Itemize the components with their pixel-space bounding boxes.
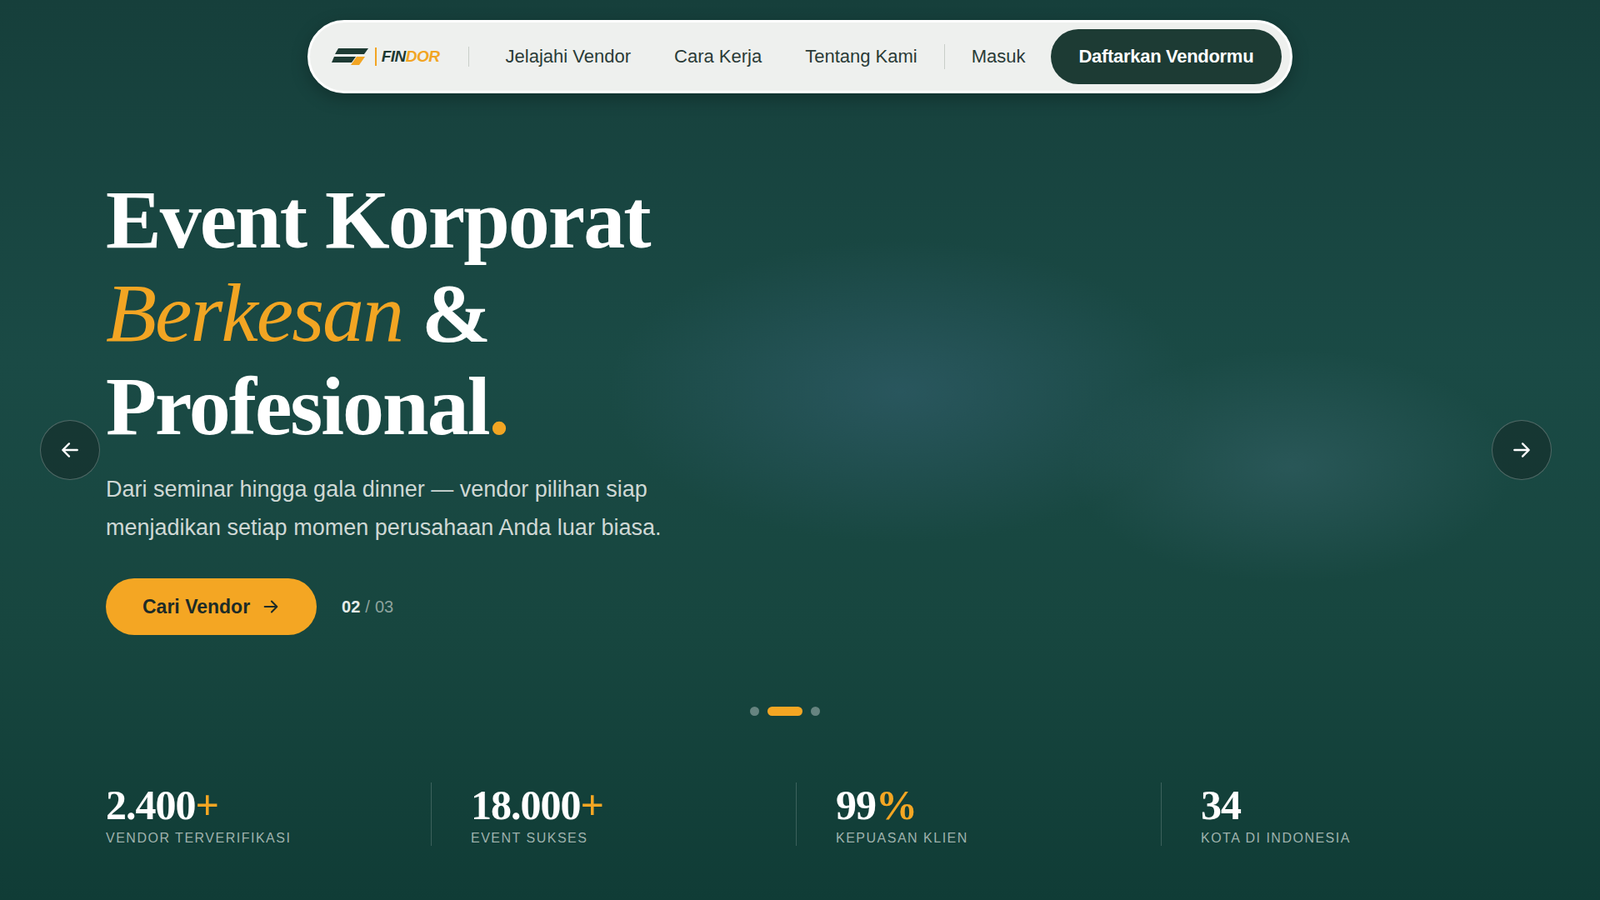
title-text: & [421,266,490,360]
title-line: Profesional. [105,360,1600,454]
login-link[interactable]: Masuk [950,34,1048,80]
stat-item: 99%KEPUASAN KLIEN [795,782,1161,846]
button-label: Cari Vendor [142,595,250,619]
carousel-dot[interactable] [767,706,803,716]
carousel-dots [0,706,1570,716]
stat-suffix: + [580,781,605,829]
stat-number: 34 [1200,781,1241,829]
title-line: Berkesan & [105,266,1600,360]
stat-value: 34 [1200,782,1526,828]
arrow-right-icon [261,597,280,616]
title-text: Profesional [105,360,489,453]
stat-label: VENDOR TERVERIFIKASI [105,830,431,846]
stat-label: KOTA DI INDONESIA [1200,830,1526,846]
stat-item: 34KOTA DI INDONESIA [1160,782,1526,846]
stat-item: 2.400+VENDOR TERVERIFIKASI [105,782,431,846]
stat-item: 18.000+EVENT SUKSES [430,782,796,846]
arrow-left-icon [59,439,81,461]
stat-label: EVENT SUKSES [470,830,796,846]
find-vendor-button[interactable]: Cari Vendor [105,578,317,635]
logo-mark-icon [331,46,370,67]
title-accent: Berkesan [105,266,403,360]
arrow-right-icon [1510,439,1533,461]
hero-actions: Cari Vendor 02/03 [105,578,1600,635]
stat-suffix: + [195,781,220,829]
stat-value: 18.000+ [470,782,796,828]
carousel-dot[interactable] [750,706,760,716]
register-vendor-button[interactable]: Daftarkan Vendormu [1050,29,1283,85]
logo-bar [375,47,377,66]
stat-number: 2.400 [105,781,196,829]
carousel-dot[interactable] [810,706,820,716]
stat-number: 99 [835,781,876,829]
stats-row: 2.400+VENDOR TERVERIFIKASI18.000+EVENT S… [0,782,1600,846]
logo-accent: DOR [405,47,440,65]
title-line: Event Korporat [105,173,1600,267]
navbar: FINDOR Jelajahi VendorCara KerjaTentang K… [307,20,1294,94]
title-dot: . [488,360,508,453]
stat-value: 2.400+ [105,782,431,828]
title-text: Event Korporat [105,173,650,266]
nav-link[interactable]: Tentang Kami [783,34,940,80]
hero-section: FINDOR Jelajahi VendorCara KerjaTentang K… [0,0,1600,900]
nav-link[interactable]: Cara Kerja [652,34,784,80]
counter-separator: / [365,597,370,617]
nav-link[interactable]: Jelajahi Vendor [484,34,653,80]
logo-main: FIN [381,47,406,65]
logo-text: FINDOR [381,47,440,66]
hero-subtitle: Dari seminar hingga gala dinner — vendor… [105,470,723,547]
next-slide-button[interactable] [1491,420,1552,480]
counter-current: 02 [341,597,360,617]
navbar-wrapper: FINDOR Jelajahi VendorCara KerjaTentang K… [0,0,1600,94]
nav-separator [944,44,945,70]
stat-suffix: % [875,781,917,829]
logo[interactable]: FINDOR [331,46,470,67]
prev-slide-button[interactable] [40,420,100,480]
slide-counter: 02/03 [341,597,394,617]
stat-label: KEPUASAN KLIEN [835,830,1161,846]
stat-value: 99% [835,782,1161,828]
stat-number: 18.000 [470,781,581,829]
counter-total: 03 [375,597,394,617]
hero-content: Event KorporatBerkesan &Profesional. Dari… [0,173,1600,635]
hero-title: Event KorporatBerkesan &Profesional. [105,173,1600,454]
